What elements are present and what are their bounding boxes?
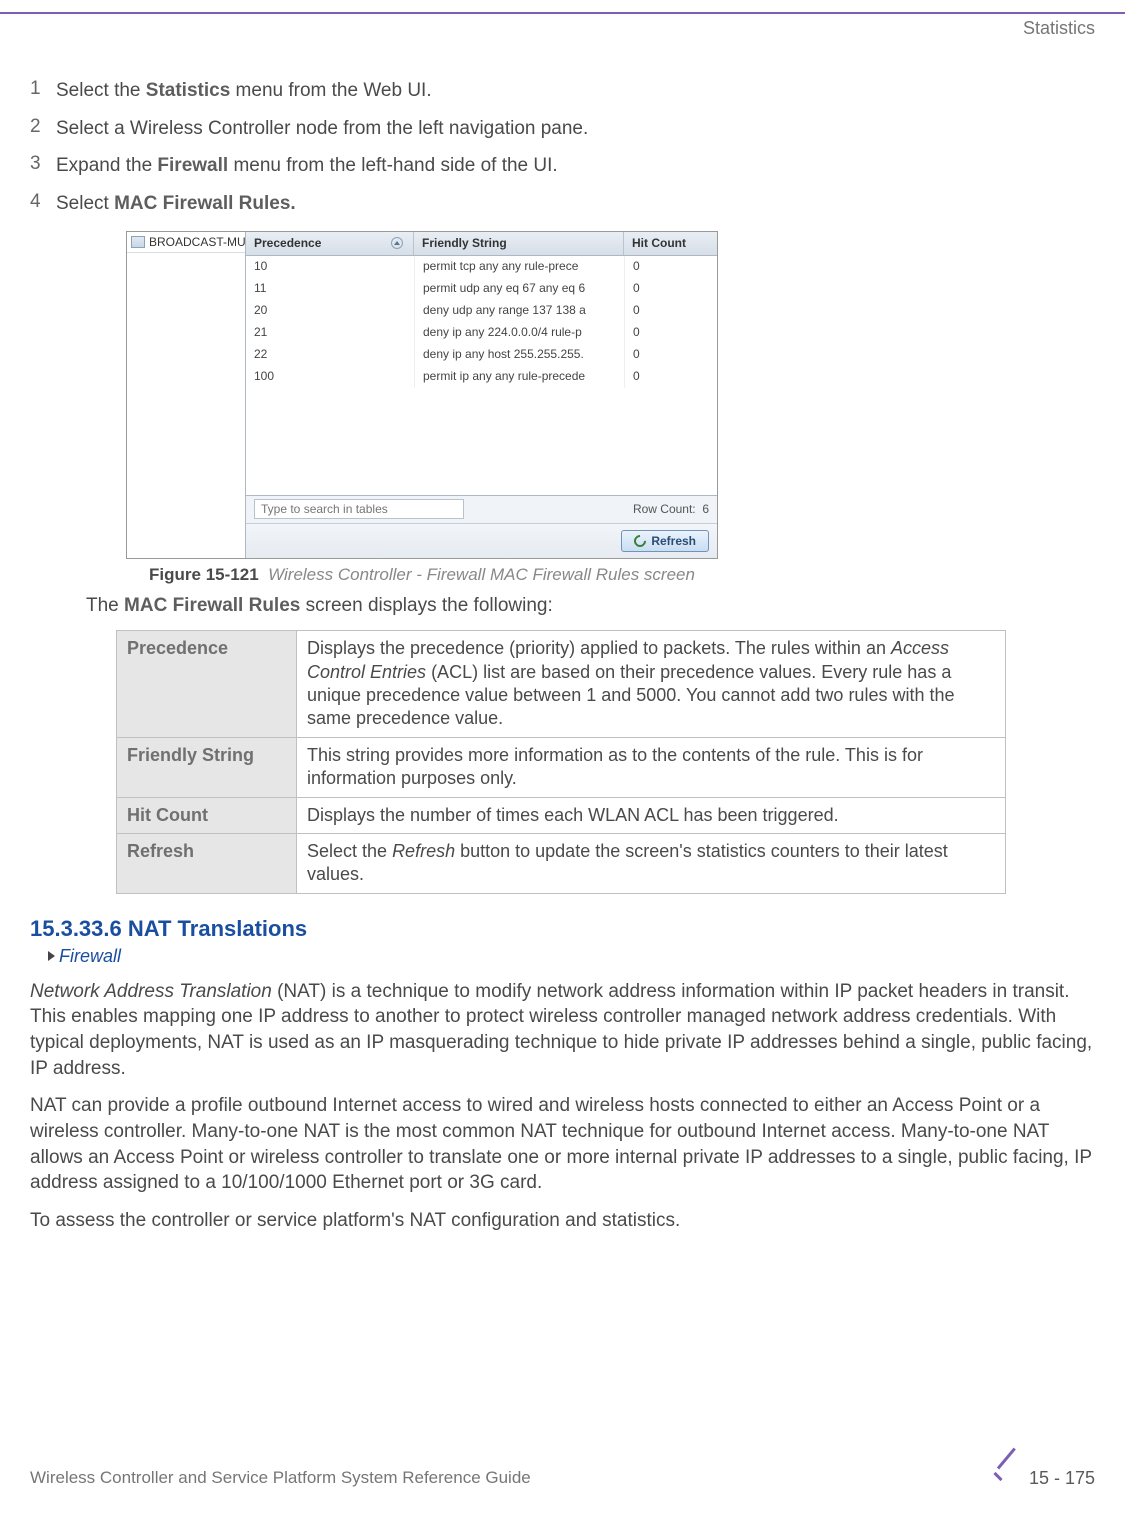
header-category: Statistics (1023, 18, 1095, 39)
tree-item-label: BROADCAST-MULTIC (149, 235, 245, 249)
arrow-right-icon (48, 951, 55, 961)
definition-table: Precedence Displays the precedence (prio… (116, 630, 1006, 894)
def-term: Refresh (117, 833, 297, 893)
table-search-bar: Row Count: 6 (246, 495, 717, 523)
checkmark-icon (989, 1463, 1023, 1493)
step-number: 2 (30, 116, 56, 142)
table-header: Precedence Friendly String Hit Count (246, 232, 717, 256)
table-row[interactable]: 10permit tcp any any rule-prece0 (246, 256, 717, 278)
tree-item[interactable]: BROADCAST-MULTIC (127, 232, 245, 253)
step-text: Select MAC Firewall Rules. (56, 191, 1095, 217)
table-row[interactable]: 11permit udp any eq 67 any eq 60 (246, 278, 717, 300)
step-2: 2 Select a Wireless Controller node from… (30, 116, 1095, 142)
step-text: Expand the Firewall menu from the left-h… (56, 153, 1095, 179)
figure: BROADCAST-MULTIC Precedence Friendly Str… (126, 231, 718, 585)
def-row-hit-count: Hit Count Displays the number of times e… (117, 797, 1006, 833)
step-3: 3 Expand the Firewall menu from the left… (30, 153, 1095, 179)
step-list: 1 Select the Statistics menu from the We… (30, 78, 1095, 217)
def-desc: Displays the number of times each WLAN A… (297, 797, 1006, 833)
table-body: 10permit tcp any any rule-prece0 11permi… (246, 256, 717, 495)
breadcrumb: Firewall (48, 946, 1095, 967)
search-input[interactable] (254, 499, 464, 519)
body-para-2: NAT can provide a profile outbound Inter… (30, 1093, 1095, 1196)
step-number: 4 (30, 191, 56, 217)
figure-table: Precedence Friendly String Hit Count 10p… (246, 232, 717, 558)
breadcrumb-link[interactable]: Firewall (59, 946, 121, 967)
def-desc: This string provides more information as… (297, 737, 1006, 797)
body-para-3: To assess the controller or service plat… (30, 1208, 1095, 1234)
figure-tree: BROADCAST-MULTIC (127, 232, 246, 558)
table-row[interactable]: 22deny ip any host 255.255.255.0 (246, 344, 717, 366)
def-row-refresh: Refresh Select the Refresh button to upd… (117, 833, 1006, 893)
page-content: 1 Select the Statistics menu from the We… (30, 78, 1095, 1245)
footer-guide-title: Wireless Controller and Service Platform… (30, 1468, 531, 1488)
table-row[interactable]: 20deny udp any range 137 138 a0 (246, 300, 717, 322)
figure-caption: Figure 15-121 Wireless Controller - Fire… (126, 565, 718, 585)
step-text: Select a Wireless Controller node from t… (56, 116, 1095, 142)
def-row-precedence: Precedence Displays the precedence (prio… (117, 631, 1006, 738)
def-term: Friendly String (117, 737, 297, 797)
header-rule (0, 12, 1125, 14)
def-row-friendly-string: Friendly String This string provides mor… (117, 737, 1006, 797)
def-term: Precedence (117, 631, 297, 738)
col-precedence[interactable]: Precedence (246, 232, 414, 255)
def-desc: Select the Refresh button to update the … (297, 833, 1006, 893)
col-friendly-string[interactable]: Friendly String (414, 232, 624, 255)
refresh-button[interactable]: Refresh (621, 530, 709, 552)
refresh-icon (632, 532, 649, 549)
body-para-1: Network Address Translation (NAT) is a t… (30, 979, 1095, 1082)
step-4: 4 Select MAC Firewall Rules. (30, 191, 1095, 217)
sort-asc-icon (391, 237, 403, 249)
table-row[interactable]: 21deny ip any 224.0.0.0/4 rule-p0 (246, 322, 717, 344)
folder-icon (131, 236, 145, 248)
step-number: 3 (30, 153, 56, 179)
table-footer: Refresh (246, 523, 717, 558)
table-row[interactable]: 100permit ip any any rule-precede0 (246, 366, 717, 388)
page-number: 15 - 175 (1029, 1468, 1095, 1489)
page-footer: Wireless Controller and Service Platform… (30, 1463, 1095, 1493)
col-hit-count[interactable]: Hit Count (624, 232, 717, 255)
intro-paragraph: The MAC Firewall Rules screen displays t… (86, 593, 1095, 619)
step-text: Select the Statistics menu from the Web … (56, 78, 1095, 104)
row-count: Row Count: 6 (633, 502, 709, 516)
def-desc: Displays the precedence (priority) appli… (297, 631, 1006, 738)
section-heading: 15.3.33.6 NAT Translations (30, 916, 1095, 942)
step-number: 1 (30, 78, 56, 104)
figure-window: BROADCAST-MULTIC Precedence Friendly Str… (126, 231, 718, 559)
def-term: Hit Count (117, 797, 297, 833)
step-1: 1 Select the Statistics menu from the We… (30, 78, 1095, 104)
